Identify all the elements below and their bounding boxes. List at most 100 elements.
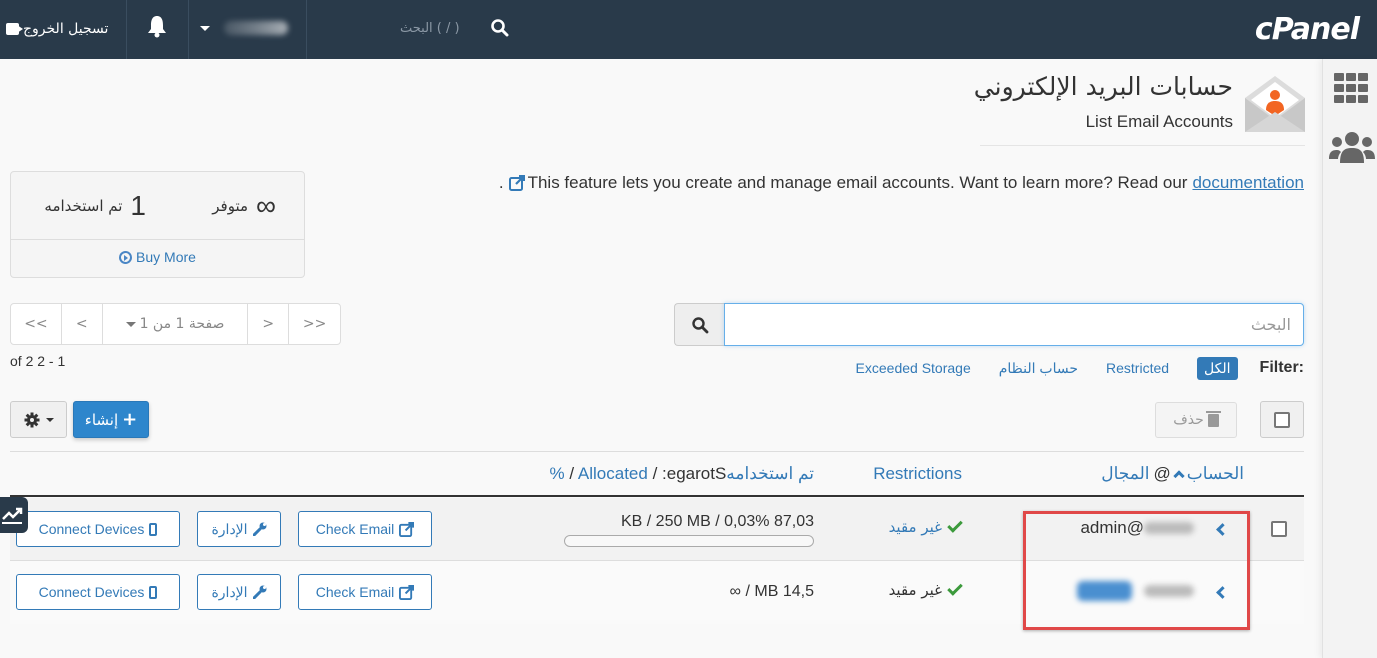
filter-restricted[interactable]: Restricted (1106, 360, 1169, 376)
column-account[interactable]: الحساب @ المجال (1101, 464, 1244, 484)
search-icon (691, 316, 708, 333)
chart-line-icon (2, 507, 23, 524)
page-subtitle: List Email Accounts (1085, 112, 1233, 131)
logout-button[interactable]: تسجيل الخروج (6, 17, 108, 41)
used-stat: 1 تم استخدامه (44, 190, 146, 222)
last-page-button[interactable]: >> (289, 304, 340, 344)
storage-header-label: Storage: (662, 464, 727, 483)
grid-icon[interactable] (1334, 73, 1370, 103)
cpanel-logo[interactable]: cPanel (1255, 12, 1360, 47)
available-label: متوفر (212, 197, 249, 215)
feature-description: . This feature lets you create and manag… (499, 173, 1304, 193)
notifications-bell-icon[interactable] (147, 14, 167, 38)
check-icon (947, 517, 963, 533)
filter-all[interactable]: الكل (1197, 356, 1238, 380)
manage-button[interactable]: الإدارة (197, 574, 281, 610)
search-button[interactable] (674, 303, 724, 346)
used-label: تم استخدامه (44, 197, 123, 215)
table-header: % / Allocated / تم استخدامهStorage: Rest… (10, 451, 1304, 497)
search-input[interactable] (724, 303, 1304, 346)
divider (188, 0, 189, 59)
connect-devices-button[interactable]: Connect Devices (16, 574, 180, 610)
right-sidebar (1322, 59, 1377, 658)
table-row: admin@ غير مقيد KB / 250 MB / 0,03% 87,0… (10, 498, 1304, 561)
connect-devices-button[interactable]: Connect Devices (16, 511, 180, 547)
manage-button[interactable]: الإدارة (197, 511, 281, 547)
plus-icon: + (122, 409, 138, 430)
account-user-blurred (1077, 581, 1132, 601)
divider (306, 0, 307, 59)
row-checkbox[interactable] (1271, 521, 1287, 537)
next-page-button[interactable]: > (248, 304, 290, 344)
column-restrictions[interactable]: Restrictions (873, 464, 962, 484)
external-link-icon (399, 521, 415, 537)
manage-label: الإدارة (211, 583, 248, 600)
manage-label: الإدارة (211, 520, 248, 537)
prev-page-button[interactable]: < (62, 304, 103, 344)
account-stats-card: ∞ متوفر 1 تم استخدامه Buy More (10, 171, 305, 278)
chevron-left-icon[interactable] (1216, 523, 1229, 536)
account-domain-blurred (1144, 585, 1194, 597)
logout-icon (6, 23, 23, 35)
account-email (1077, 581, 1194, 601)
check-email-label: Check Email (315, 584, 395, 600)
buy-more-label: Buy More (136, 249, 196, 265)
storage-percent-header[interactable]: % (550, 464, 565, 483)
buy-more-link[interactable]: Buy More (11, 249, 304, 265)
description-text: This feature lets you create and manage … (527, 173, 1188, 192)
chevron-down-icon (45, 417, 54, 422)
chevron-left-icon[interactable] (1216, 586, 1229, 599)
wrench-icon (252, 585, 267, 599)
users-icon[interactable] (1329, 131, 1375, 165)
filter-label: Filter: (1259, 359, 1304, 376)
sort-ascending-icon (1173, 470, 1185, 482)
mobile-icon (149, 585, 158, 599)
restriction-status[interactable]: غير مقيد (889, 517, 963, 536)
select-all-button[interactable] (1260, 401, 1304, 438)
wrench-icon (252, 522, 267, 536)
check-email-button[interactable]: Check Email (298, 574, 432, 610)
account-domain-blurred (1144, 522, 1194, 534)
stats-row: ∞ متوفر 1 تم استخدامه (11, 172, 304, 240)
create-label: إنشاء (84, 410, 119, 429)
select-all-checkbox[interactable] (1274, 411, 1290, 428)
arrow-circle-right-icon (119, 251, 133, 264)
create-account-button[interactable]: إنشاء + (73, 401, 149, 438)
storage-progress-bar (564, 535, 814, 547)
account-email: admin@ (1080, 518, 1194, 538)
user-menu[interactable] (200, 14, 288, 42)
top-search[interactable]: البحث ( / ) (400, 14, 510, 42)
storage-used-header[interactable]: تم استخدامه (726, 464, 814, 483)
external-link-icon (399, 584, 415, 600)
top-bar: تسجيل الخروج البحث ( / ) cPanel (0, 0, 1377, 59)
restriction-status: غير مقيد (889, 580, 963, 599)
first-page-button[interactable]: << (11, 304, 62, 344)
delete-label: حذف (1173, 412, 1204, 428)
filter-system-account[interactable]: حساب النظام (999, 360, 1078, 377)
delete-button[interactable]: حذف (1155, 402, 1237, 438)
used-value: 1 (130, 190, 146, 221)
check-email-button[interactable]: Check Email (298, 511, 432, 547)
stats-tab[interactable] (0, 497, 28, 533)
available-value: ∞ (256, 190, 276, 221)
chevron-down-icon (125, 321, 136, 327)
table-row: غير مقيد ∞ / MB 14,5 Check Email الإدارة… (10, 561, 1304, 624)
page-header: حسابات البريد الإلكتروني List Email Acco… (974, 70, 1305, 146)
column-storage[interactable]: % / Allocated / تم استخدامهStorage: (550, 464, 814, 484)
chevron-down-icon (200, 25, 210, 31)
account-header[interactable]: الحساب (1187, 464, 1244, 484)
gear-icon (24, 412, 39, 427)
logout-label: تسجيل الخروج (23, 21, 109, 37)
settings-dropdown-button[interactable] (10, 401, 67, 438)
filter-exceeded-storage[interactable]: Exceeded Storage (856, 360, 971, 376)
check-email-label: Check Email (315, 521, 395, 537)
storage-usage: KB / 250 MB / 0,03% 87,03 (620, 513, 814, 530)
account-search (674, 303, 1304, 346)
storage-allocated-header[interactable]: Allocated (578, 464, 648, 483)
trash-icon (1205, 410, 1221, 427)
documentation-link[interactable]: documentation (1192, 173, 1304, 193)
page-select[interactable]: صفحة 1 من 1 (103, 304, 249, 344)
username (224, 21, 288, 35)
connect-devices-label: Connect Devices (38, 521, 145, 537)
domain-header[interactable]: المجال (1101, 464, 1149, 484)
